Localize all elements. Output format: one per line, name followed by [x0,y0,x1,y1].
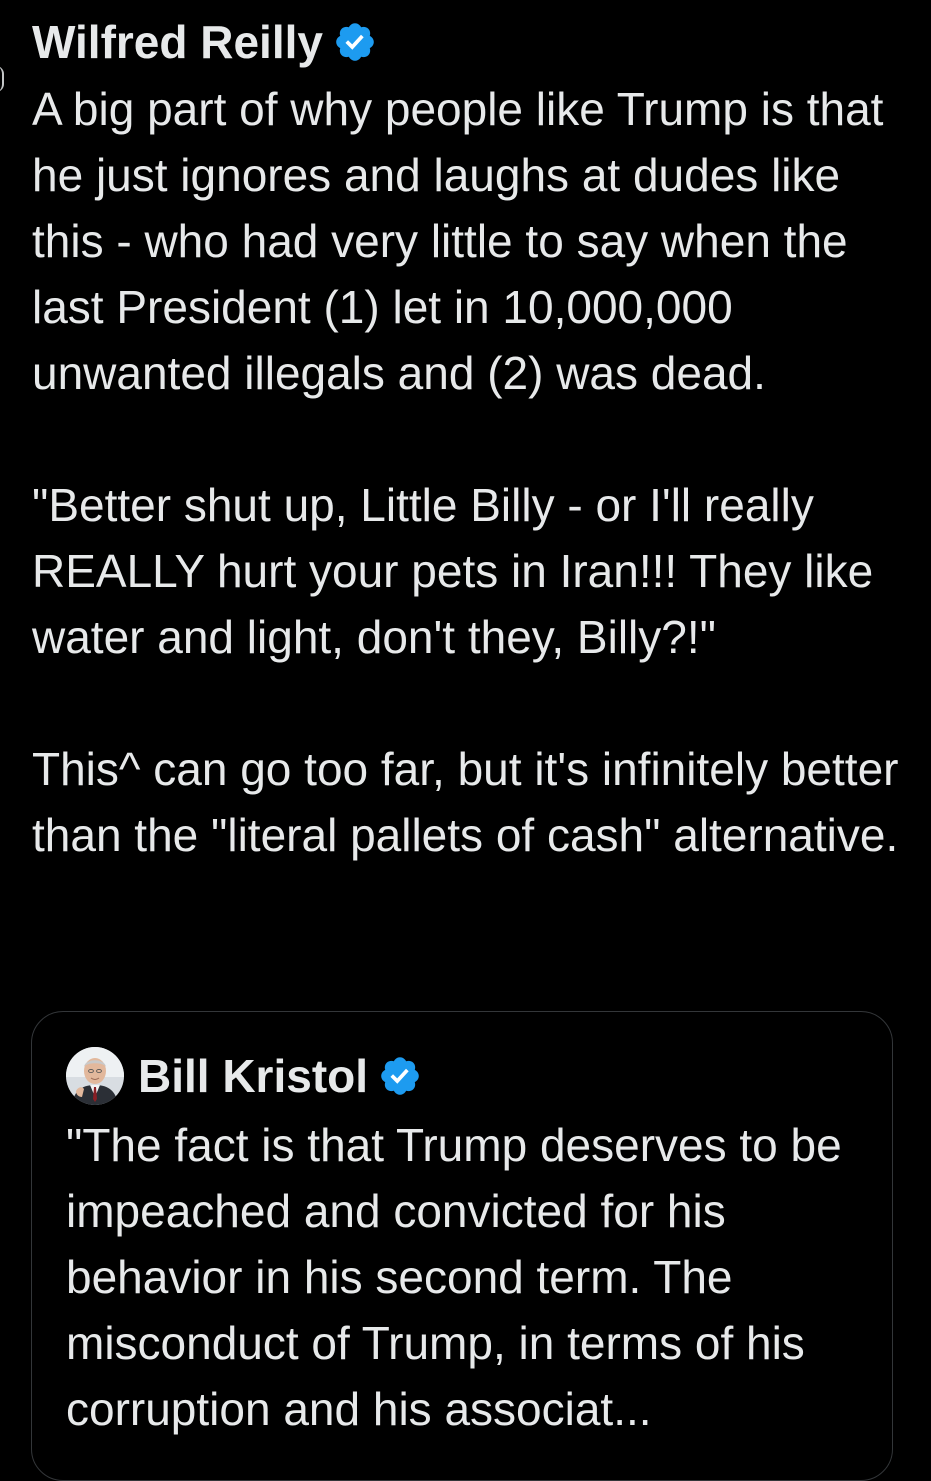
tweet-paragraph: A big part of why people like Trump is t… [32,83,884,399]
left-edge-fragment [0,66,4,92]
tweet-text: A big part of why people like Trump is t… [32,76,912,868]
tweet-paragraph: This^ can go too far, but it's infinitel… [32,743,899,861]
quoted-tweet-text: "The fact is that Trump deserves to be i… [66,1119,842,1435]
tweet-author-row: Wilfred Reilly [32,14,912,70]
quoted-tweet-card[interactable]: Bill Kristol "The fact is that Trump des… [31,1011,893,1481]
quoted-author-name[interactable]: Bill Kristol [138,1048,368,1104]
tweet-paragraph: "Better shut up, Little Billy - or I'll … [32,479,874,663]
author-name[interactable]: Wilfred Reilly [32,14,323,70]
tweet[interactable]: Wilfred Reilly A big part of why people … [32,14,912,868]
quoted-author-row: Bill Kristol [66,1046,422,1106]
profile-avatar[interactable] [66,1047,124,1105]
verified-badge-icon [378,1054,422,1098]
verified-badge-icon [333,20,377,64]
